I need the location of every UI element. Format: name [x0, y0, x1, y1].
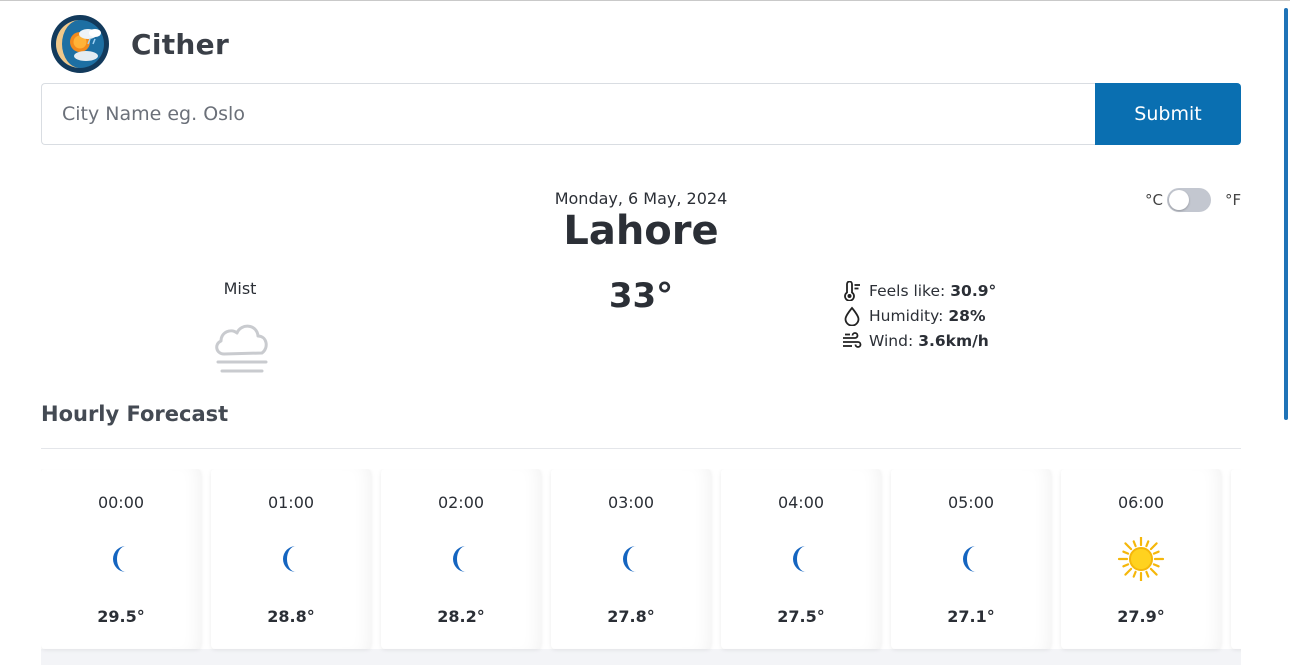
humidity-value: 28% [948, 306, 986, 325]
app-logo-icon[interactable] [50, 14, 110, 74]
hourly-temp: 27.9° [1117, 607, 1165, 626]
window-top-border [0, 0, 1290, 1]
unit-switch[interactable] [1166, 188, 1211, 212]
hourly-forecast-strip[interactable]: 00:00 29.5° 01:00 28.8° 02:00 28.2° 03:00 27.8°… [41, 469, 1241, 665]
city-name: Lahore [563, 208, 719, 254]
hourly-temp: 28.8° [267, 607, 315, 626]
city-search-form: Submit [41, 83, 1241, 145]
fahrenheit-label: °F [1224, 191, 1242, 209]
moon-icon [946, 537, 996, 581]
wind-icon [843, 331, 862, 348]
droplet-icon [844, 306, 860, 326]
wind-row: Wind: 3.6km/h [842, 328, 996, 353]
hourly-forecast-title: Hourly Forecast [41, 402, 229, 426]
thermometer-icon [844, 280, 860, 301]
section-divider [41, 448, 1241, 449]
hourly-temp: 27.1° [947, 607, 995, 626]
unit-toggle: °C °F [1145, 188, 1241, 212]
hourly-time: 06:00 [1117, 493, 1165, 512]
hourly-temp: 28.2° [437, 607, 485, 626]
feels-like-value: 30.9° [950, 281, 997, 300]
hourly-card: 01:00 28.8° [211, 469, 371, 649]
humidity-label: Humidity: [869, 306, 944, 325]
hourly-time: 03:00 [607, 493, 655, 512]
moon-icon [776, 537, 826, 581]
hourly-card: 03:00 27.8° [551, 469, 711, 649]
hourly-card: 06:00 27.9° [1061, 469, 1221, 649]
app-header: Cither [50, 14, 229, 74]
mist-cloud-icon [215, 324, 268, 373]
page-scrollbar[interactable] [1284, 8, 1288, 420]
current-temperature: 33° [608, 276, 674, 316]
hourly-card: 04:00 27.5° [721, 469, 881, 649]
hourly-card: 05:00 27.1° [891, 469, 1051, 649]
current-date: Monday, 6 May, 2024 [554, 189, 728, 208]
feels-like-row: Feels like: 30.9° [842, 278, 996, 303]
weather-details: Feels like: 30.9° Humidity: 28% Wind: 3.… [842, 278, 996, 353]
hourly-card: 00:00 29.5° [41, 469, 201, 649]
hourly-temp: 29.5° [97, 607, 145, 626]
hourly-temp: 27.8° [607, 607, 655, 626]
hourly-time: 05:00 [947, 493, 995, 512]
humidity-row: Humidity: 28% [842, 303, 996, 328]
unit-switch-knob [1168, 190, 1189, 210]
sun-icon [1116, 535, 1166, 583]
hourly-temp: 27.5° [777, 607, 825, 626]
wind-value: 3.6km/h [918, 331, 989, 350]
feels-like-label: Feels like: [869, 281, 946, 300]
celsius-label: °C [1145, 191, 1163, 209]
moon-icon [266, 537, 316, 581]
hourly-time: 02:00 [437, 493, 485, 512]
moon-icon [436, 537, 486, 581]
hourly-time: 04:00 [777, 493, 825, 512]
strip-scroll-track [41, 649, 1241, 665]
city-search-input[interactable] [41, 83, 1095, 145]
submit-button[interactable]: Submit [1095, 83, 1241, 145]
hourly-time: 00:00 [97, 493, 145, 512]
hourly-card-partial [1231, 469, 1241, 649]
moon-icon [606, 537, 656, 581]
hourly-card: 02:00 28.2° [381, 469, 541, 649]
wind-label: Wind: [869, 331, 914, 350]
moon-icon [96, 537, 146, 581]
hourly-time: 01:00 [267, 493, 315, 512]
app-name: Cither [131, 27, 230, 61]
